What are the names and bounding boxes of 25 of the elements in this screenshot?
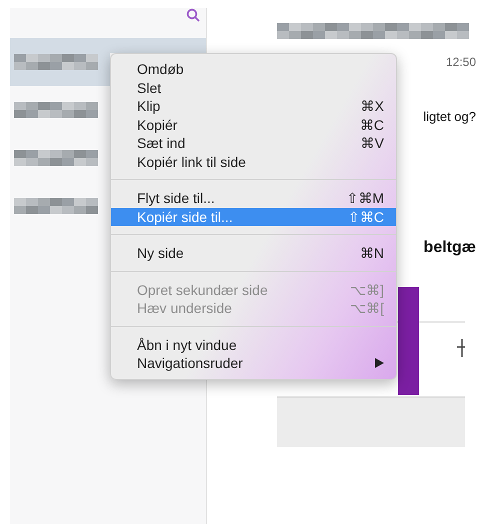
menu-item[interactable]: Omdøb — [111, 60, 396, 78]
menu-item[interactable]: Navigationsruder — [111, 354, 396, 372]
shortcut-label: ⌘V — [360, 135, 384, 152]
menu-item[interactable]: Slet — [111, 78, 396, 97]
shortcut-label: ⌥⌘] — [350, 282, 384, 298]
body-text: ligtet og? — [423, 109, 476, 124]
shortcut-label: ⌘X — [360, 98, 384, 114]
shortcut-label: ⌥⌘[ — [350, 300, 384, 316]
search-icon[interactable] — [186, 8, 200, 22]
menu-item[interactable]: Kopiér link til side — [111, 152, 396, 171]
shortcut-label: ⌘N — [360, 245, 384, 262]
menu-item[interactable]: Ny side ⌘N — [111, 244, 396, 262]
menu-item[interactable]: Klip ⌘X — [111, 97, 396, 116]
submenu-arrow-icon — [375, 358, 384, 368]
page-list-item[interactable] — [10, 38, 110, 86]
time-label: 12:50 — [446, 55, 476, 69]
plus-icon — [457, 339, 465, 357]
menu-item[interactable]: Sæt ind ⌘V — [111, 134, 396, 152]
shortcut-label: ⌘C — [360, 116, 384, 133]
heading-text: beltgæ — [424, 239, 476, 257]
menu-item[interactable]: Flyt side til... ⇧⌘M — [111, 189, 396, 208]
menu-item[interactable]: Åbn i nyt vindue — [111, 336, 396, 354]
menu-item[interactable]: Kopiér ⌘C — [111, 116, 396, 134]
shortcut-label: ⇧⌘M — [346, 190, 384, 206]
shortcut-label: ⇧⌘C — [348, 208, 384, 225]
